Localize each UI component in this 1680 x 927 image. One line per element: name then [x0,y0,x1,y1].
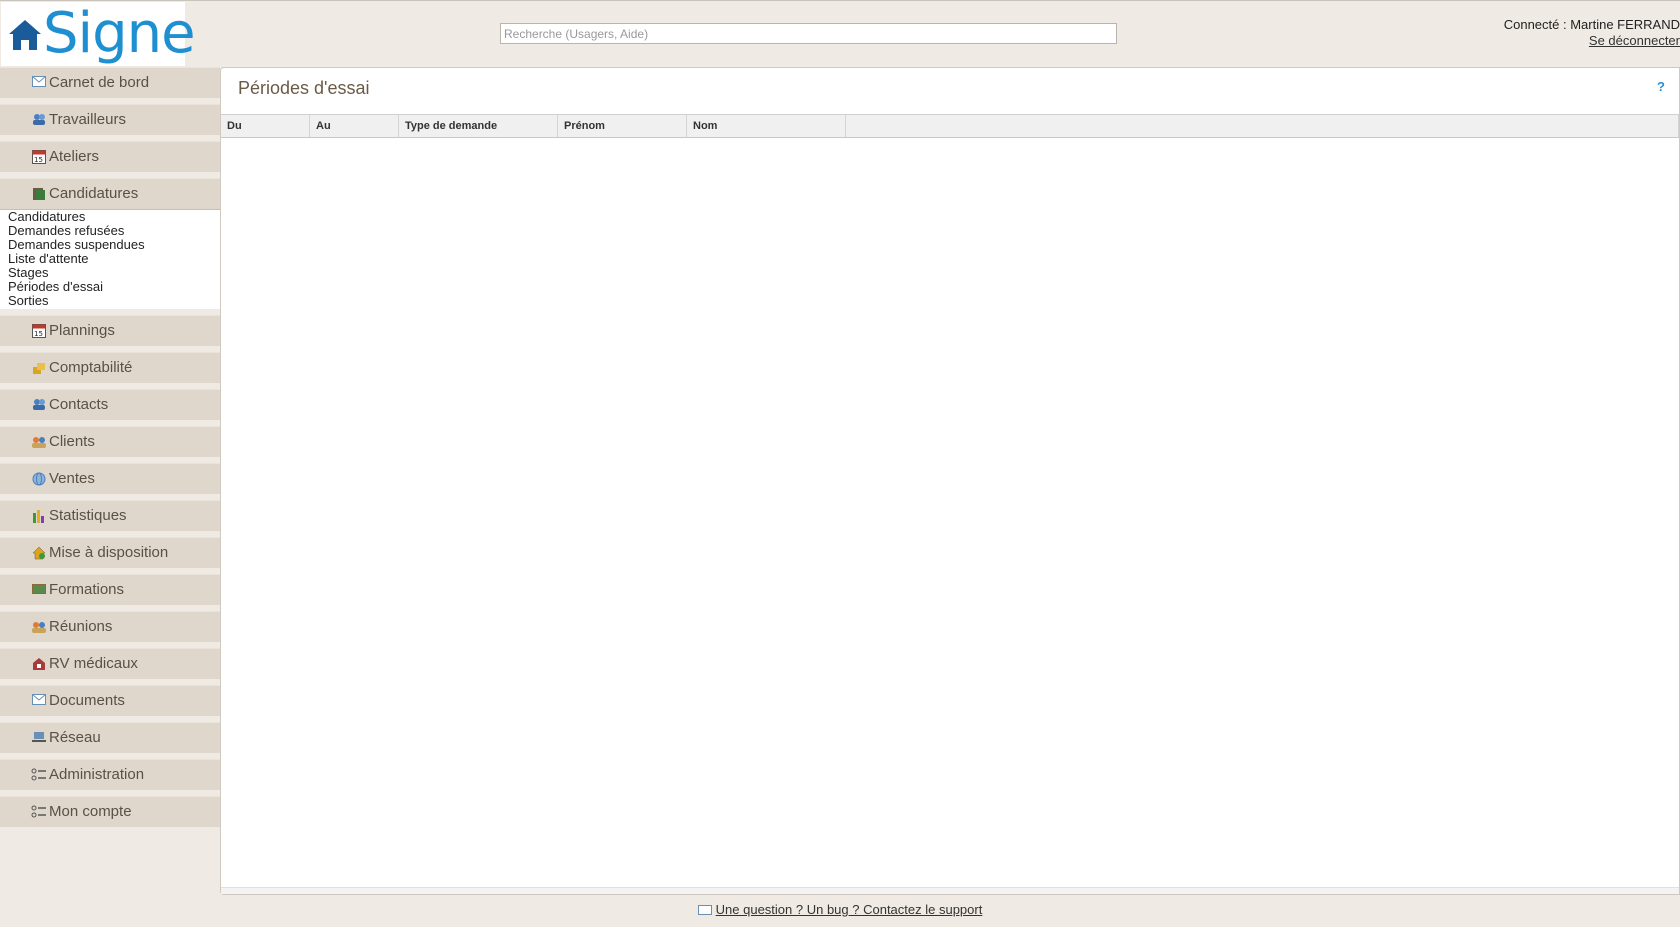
logo-text: Signe [43,1,196,66]
app-logo[interactable]: Signe [1,2,196,66]
search-input[interactable] [500,23,1117,44]
logout-link[interactable]: Se déconnecter [1589,33,1680,48]
sidebar-item-candidatures[interactable]: Candidatures [0,178,220,210]
column-header-du[interactable]: Du [221,115,310,137]
column-header-type-de-demande[interactable]: Type de demande [399,115,558,137]
sidebar-item-label: Candidatures [49,185,139,202]
users-icon [31,398,46,412]
folder-icon [31,187,46,201]
sidebar-item-label: Réseau [49,729,101,746]
column-header-nom[interactable]: Nom [687,115,846,137]
sidebar-item-label: Documents [49,692,125,709]
sidebar-item-documents[interactable]: Documents [0,685,220,716]
connected-user-label: Connecté : Martine FERRAND [1503,17,1680,32]
svg-text:15: 15 [34,156,43,164]
envelope-icon [31,694,46,708]
sidebar-item-travailleurs[interactable]: Travailleurs [0,104,220,135]
sidebar-item-contacts[interactable]: Contacts [0,389,220,420]
envelope-icon [31,76,46,90]
sidebar-item-label: Clients [49,433,95,450]
table-footer-bar [221,887,1679,894]
footer: Une question ? Un bug ? Contactez le sup… [0,902,1680,917]
sidebar: Carnet de bord Travailleurs 15 Ateliers … [0,67,220,833]
sidebar-item-ventes[interactable]: Ventes [0,463,220,494]
sidebar-item-label: Mise à disposition [49,544,169,561]
house-icon [31,546,46,560]
calendar-icon: 15 [31,324,46,338]
sidebar-item-reunions[interactable]: Réunions [0,611,220,642]
sidebar-item-statistiques[interactable]: Statistiques [0,500,220,531]
house-logo-icon [9,20,41,50]
users-icon [31,113,46,127]
bar-chart-icon [31,509,46,523]
table-header: Du Au Type de demande Prénom Nom [221,114,1679,138]
sidebar-item-label: Plannings [49,322,115,339]
sidebar-item-label: Réunions [49,618,113,635]
sidebar-item-carnet-de-bord[interactable]: Carnet de bord [0,67,220,98]
people-icon [31,620,46,634]
sidebar-item-label: Contacts [49,396,109,413]
network-icon [31,731,46,745]
sidebar-item-label: Formations [49,581,125,598]
submenu-item-liste-attente[interactable]: Liste d'attente [8,252,220,266]
candidatures-submenu: Candidatures Demandes refusées Demandes … [0,210,220,309]
submenu-item-periodes-essai[interactable]: Périodes d'essai [8,280,220,294]
coins-icon [31,361,46,375]
sidebar-item-label: Ventes [49,470,95,487]
sidebar-item-label: Carnet de bord [49,74,150,91]
envelope-icon [697,905,712,915]
sidebar-item-label: Administration [49,766,145,783]
sidebar-item-administration[interactable]: Administration [0,759,220,790]
help-button[interactable]: ? [1657,79,1665,94]
settings-list-icon [31,768,46,782]
sidebar-item-formations[interactable]: Formations [0,574,220,605]
submenu-item-demandes-suspendues[interactable]: Demandes suspendues [8,238,220,252]
people-icon [31,435,46,449]
board-icon [31,583,46,597]
sidebar-item-label: Comptabilité [49,359,133,376]
sidebar-item-clients[interactable]: Clients [0,426,220,457]
settings-list-icon [31,805,46,819]
sidebar-item-rv-medicaux[interactable]: RV médicaux [0,648,220,679]
sidebar-item-ateliers[interactable]: 15 Ateliers [0,141,220,172]
submenu-item-demandes-refusees[interactable]: Demandes refusées [8,224,220,238]
support-link[interactable]: Une question ? Un bug ? Contactez le sup… [716,902,983,917]
sidebar-item-label: Mon compte [49,803,132,820]
sidebar-item-label: Ateliers [49,148,100,165]
calendar-icon: 15 [31,150,46,164]
submenu-item-candidatures[interactable]: Candidatures [8,210,220,224]
sidebar-item-label: RV médicaux [49,655,138,672]
sidebar-item-label: Statistiques [49,507,127,524]
column-header-prenom[interactable]: Prénom [558,115,687,137]
main-panel: Périodes d'essai ? Du Au Type de demande… [220,67,1680,895]
sidebar-item-mise-a-disposition[interactable]: Mise à disposition [0,537,220,568]
user-info: Connecté : Martine FERRAND Se déconnecte… [1504,17,1680,49]
svg-text:15: 15 [34,330,43,338]
globe-icon [31,472,46,486]
top-border [0,0,1680,1]
column-header-au[interactable]: Au [310,115,399,137]
sidebar-item-reseau[interactable]: Réseau [0,722,220,753]
sidebar-item-label: Travailleurs [49,111,126,128]
submenu-item-stages[interactable]: Stages [8,266,220,280]
sidebar-item-plannings[interactable]: 15 Plannings [0,315,220,346]
submenu-item-sorties[interactable]: Sorties [8,294,220,308]
sidebar-item-mon-compte[interactable]: Mon compte [0,796,220,827]
sidebar-item-comptabilite[interactable]: Comptabilité [0,352,220,383]
column-header-filler [846,115,1679,137]
medical-icon [31,657,46,671]
page-title: Périodes d'essai [238,78,370,98]
